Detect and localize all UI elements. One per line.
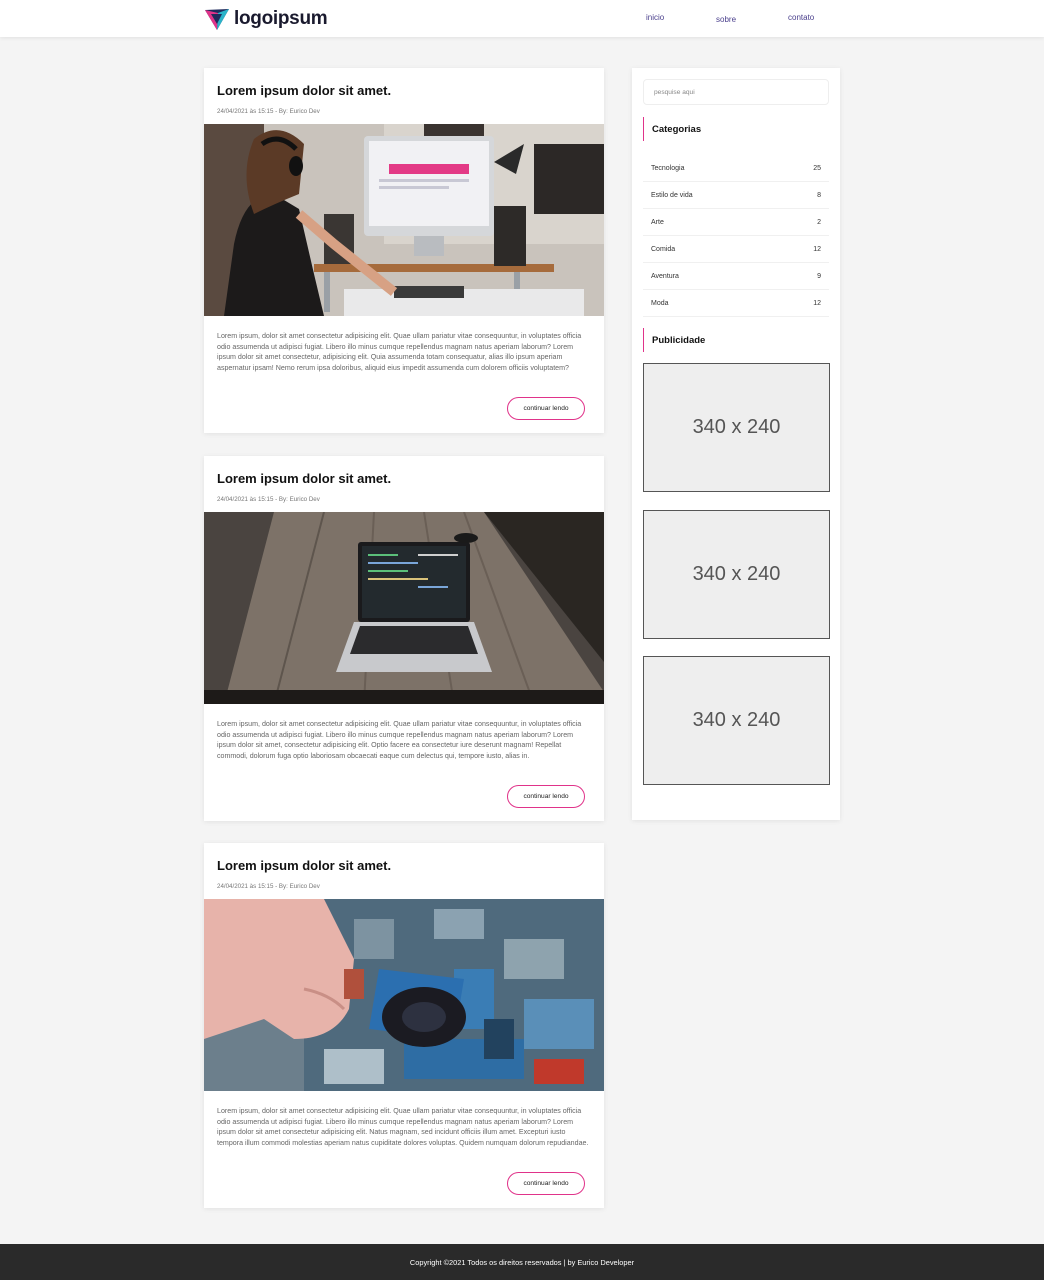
- ads-title: Publicidade: [643, 328, 705, 352]
- category-item[interactable]: Aventura 9: [643, 263, 829, 290]
- categories-title: Categorias: [643, 117, 701, 141]
- category-count: 2: [817, 218, 821, 226]
- laptop-on-table-photo: [204, 512, 604, 704]
- post-title[interactable]: Lorem ipsum dolor sit amet.: [217, 471, 391, 486]
- category-name: Arte: [651, 218, 664, 226]
- letterpress-roller-photo: [204, 899, 604, 1091]
- search-input[interactable]: [643, 79, 829, 105]
- post-excerpt: Lorem ipsum, dolor sit amet consectetur …: [217, 720, 582, 760]
- ad-placeholder[interactable]: 340 x 240: [643, 656, 830, 785]
- category-name: Aventura: [651, 272, 679, 280]
- continue-reading-button[interactable]: continuar lendo: [507, 397, 585, 420]
- category-count: 12: [813, 299, 821, 307]
- category-count: 25: [813, 164, 821, 172]
- site-header: logoipsum inicio sobre contato: [0, 0, 1044, 37]
- category-count: 12: [813, 245, 821, 253]
- category-name: Tecnologia: [651, 164, 685, 172]
- nav-link-inicio[interactable]: inicio: [646, 13, 664, 22]
- post-image[interactable]: [204, 899, 604, 1091]
- post-meta: 24/04/2021 às 15:15 - By: Eurico Dev: [217, 496, 320, 503]
- post-excerpt: Lorem ipsum, dolor sit amet consectetur …: [217, 1107, 589, 1147]
- post-meta: 24/04/2021 às 15:15 - By: Eurico Dev: [217, 883, 320, 890]
- post-card: Lorem ipsum dolor sit amet. 24/04/2021 à…: [204, 456, 604, 821]
- post-card: Lorem ipsum dolor sit amet. 24/04/2021 à…: [204, 68, 604, 433]
- post-meta: 24/04/2021 às 15:15 - By: Eurico Dev: [217, 108, 320, 115]
- post-image[interactable]: [204, 512, 604, 704]
- category-name: Estilo de vida: [651, 191, 693, 199]
- copyright-text: Copyright ©2021 Todos os direitos reserv…: [409, 1257, 635, 1267]
- post-title[interactable]: Lorem ipsum dolor sit amet.: [217, 83, 391, 98]
- category-list: Tecnologia 25 Estilo de vida 8 Arte 2 Comid…: [643, 155, 829, 317]
- nav-link-sobre[interactable]: sobre: [716, 15, 736, 24]
- continue-reading-button[interactable]: continuar lendo: [507, 1172, 585, 1195]
- category-item[interactable]: Arte 2: [643, 209, 829, 236]
- sidebar: Categorias Tecnologia 25 Estilo de vida 8 …: [632, 68, 840, 820]
- nav-link-contato[interactable]: contato: [788, 13, 814, 22]
- category-item[interactable]: Comida 12: [643, 236, 829, 263]
- post-title[interactable]: Lorem ipsum dolor sit amet.: [217, 858, 391, 873]
- woman-at-computer-photo: [204, 124, 604, 316]
- ad-placeholder[interactable]: 340 x 240: [643, 363, 830, 492]
- post-excerpt: Lorem ipsum, dolor sit amet consectetur …: [217, 332, 582, 372]
- category-name: Moda: [651, 299, 669, 307]
- main-nav: inicio sobre contato: [0, 13, 1044, 25]
- post-card: Lorem ipsum dolor sit amet. 24/04/2021 à…: [204, 843, 604, 1208]
- category-item[interactable]: Moda 12: [643, 290, 829, 317]
- category-item[interactable]: Estilo de vida 8: [643, 182, 829, 209]
- post-image[interactable]: [204, 124, 604, 316]
- ad-placeholder[interactable]: 340 x 240: [643, 510, 830, 639]
- continue-reading-button[interactable]: continuar lendo: [507, 785, 585, 808]
- category-count: 8: [817, 191, 821, 199]
- category-count: 9: [817, 272, 821, 280]
- category-name: Comida: [651, 245, 676, 253]
- category-item[interactable]: Tecnologia 25: [643, 155, 829, 182]
- site-footer: Copyright ©2021 Todos os direitos reserv…: [0, 1244, 1044, 1280]
